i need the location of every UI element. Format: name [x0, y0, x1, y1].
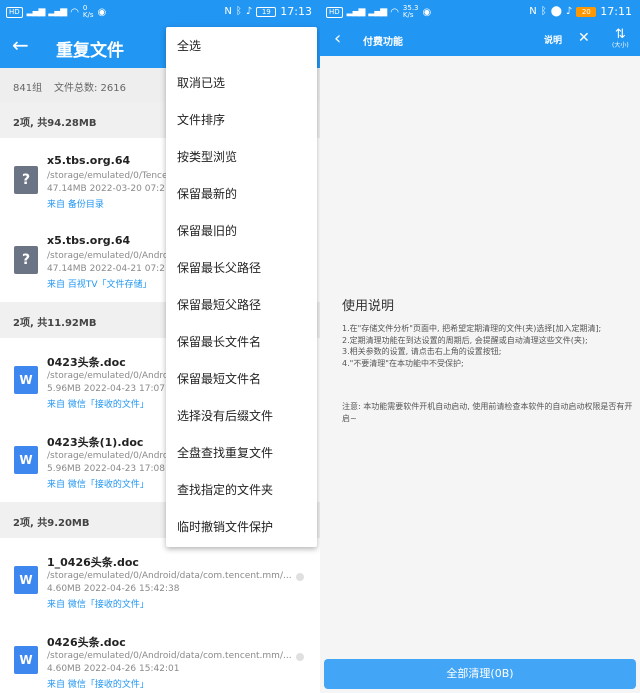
menu-keep-longest-name[interactable]: 保留最长文件名	[166, 324, 317, 361]
nfc-icon: N	[529, 6, 537, 17]
wifi-icon: ◠	[390, 6, 399, 18]
menu-keep-shortest-parent[interactable]: 保留最短父路径	[166, 287, 317, 324]
select-radio[interactable]	[296, 573, 304, 581]
group-count: 841组	[13, 83, 43, 94]
duplicate-files-screen: HD ▂▄▆ ▂▄▆ ◠ 0 K/s ◉ N ᛒ ♪ 19 17:13 ← 重复…	[0, 0, 320, 693]
bluetooth-icon: ᛒ	[540, 6, 547, 17]
silent-icon: ♪	[565, 6, 573, 17]
usage-line: 4."不要清理"在本功能中不受保护;	[342, 358, 464, 368]
file-name: x5.tbs.org.64	[47, 234, 131, 247]
menu-sort[interactable]: 文件排序	[166, 102, 317, 139]
signal-icon: ▂▄▆	[346, 7, 366, 17]
usage-note: 注意: 本功能需要软件开机自动启动, 使用前请检查本软件的自动启动权限是否有开启…	[342, 402, 633, 423]
menu-find-folder[interactable]: 查找指定的文件夹	[166, 472, 317, 509]
net-speed: 0 K/s	[82, 4, 94, 19]
file-name: 0423头条(1).doc	[47, 436, 144, 449]
menu-keep-oldest[interactable]: 保留最旧的	[166, 213, 317, 250]
tools-icon[interactable]: ✕	[578, 30, 590, 46]
menu-keep-newest[interactable]: 保留最新的	[166, 176, 317, 213]
file-source: 来自 微信「接收的文件」	[47, 400, 149, 410]
status-bar: HD ▂▄▆ ▂▄▆ ◠ 0 K/s ◉ N ᛒ ♪ 19 17:13	[0, 0, 320, 24]
app-bar: ‹ 付费功能 说明 ✕ ⇅ (大小)	[320, 24, 640, 56]
usage-title: 使用说明	[342, 299, 395, 314]
signal-icon: ▂▄▆	[26, 7, 46, 17]
file-source: 来自 备份目录	[47, 200, 104, 210]
paid-feature-screen: HD ▂▄▆ ▂▄▆ ◠ 35.3 K/s ◉ N ᛒ ⬤ ♪ 20 17:11…	[320, 0, 640, 693]
file-row[interactable]: W 0426头条.doc /storage/emulated/0/Android…	[0, 618, 320, 693]
usage-line: 1.在"存储文件分析"页面中, 把希望定期清理的文件(夹)选择[加入定期清];	[342, 324, 602, 333]
menu-browse-by-type[interactable]: 按类型浏览	[166, 139, 317, 176]
signal-icon: ▂▄▆	[48, 7, 67, 17]
menu-select-all[interactable]: 全选	[166, 28, 317, 65]
question-file-icon: ?	[14, 166, 38, 194]
help-button[interactable]: 说明	[544, 33, 562, 46]
nfc-icon: N	[224, 6, 232, 17]
overflow-menu: 全选 取消已选 文件排序 按类型浏览 保留最新的 保留最旧的 保留最长父路径 保…	[166, 27, 317, 547]
file-meta: 5.96MB 2022-04-23 17:08	[47, 464, 165, 474]
hd-icon: HD	[6, 6, 23, 18]
file-path: /storage/emulated/0/Android/data/com.ten…	[47, 651, 292, 661]
file-meta: 4.60MB 2022-04-26 15:42:38	[47, 584, 180, 594]
file-source: 来自 微信「接收的文件」	[47, 680, 149, 690]
word-file-icon: W	[14, 446, 38, 474]
file-path: /storage/emulated/0/Tencent	[47, 171, 177, 181]
clock: 17:11	[600, 5, 632, 18]
usage-line: 2.定期清理功能在到达设置的周期后, 会提醒或自动清理这些文件(夹);	[342, 335, 588, 345]
file-path: /storage/emulated/0/Android/data/com.ten…	[47, 571, 292, 581]
back-arrow-icon[interactable]: ‹	[334, 28, 341, 49]
file-meta: 47.14MB 2022-03-20 07:2	[47, 184, 165, 194]
clock: 17:13	[280, 5, 312, 18]
file-total: 文件总数: 2616	[54, 83, 126, 94]
net-speed: 35.3 K/s	[402, 4, 419, 19]
sort-icon[interactable]: ⇅ (大小)	[612, 27, 629, 49]
file-name: x5.tbs.org.64	[47, 154, 131, 167]
file-meta: 4.60MB 2022-04-26 15:42:01	[47, 664, 180, 674]
location-icon: ⬤	[550, 6, 562, 17]
question-file-icon: ?	[14, 246, 38, 274]
file-source: 来自 微信「接收的文件」	[47, 480, 149, 490]
usage-line: 3.相关参数的设置, 请点击右上角的设置按钮;	[342, 347, 502, 356]
file-row[interactable]: W 1_0426头条.doc /storage/emulated/0/Andro…	[0, 538, 320, 618]
eye-icon: ◉	[422, 6, 432, 18]
file-meta: 47.14MB 2022-04-21 07:2	[47, 264, 165, 274]
word-file-icon: W	[14, 646, 38, 674]
file-path: /storage/emulated/0/Android	[47, 451, 177, 461]
back-arrow-icon[interactable]: ←	[12, 34, 29, 56]
signal-icon: ▂▄▆	[368, 7, 387, 17]
battery-icon: 20	[576, 6, 597, 17]
wifi-icon: ◠	[70, 6, 79, 18]
select-radio[interactable]	[296, 653, 304, 661]
status-bar: HD ▂▄▆ ▂▄▆ ◠ 35.3 K/s ◉ N ᛒ ⬤ ♪ 20 17:11	[320, 0, 640, 24]
word-file-icon: W	[14, 366, 38, 394]
menu-keep-shortest-name[interactable]: 保留最短文件名	[166, 361, 317, 398]
silent-icon: ♪	[245, 6, 253, 17]
file-meta: 5.96MB 2022-04-23 17:07	[47, 384, 165, 394]
file-name: 0426头条.doc	[47, 636, 126, 649]
file-name: 0423头条.doc	[47, 356, 126, 369]
battery-icon: 19	[256, 6, 277, 17]
hd-icon: HD	[326, 6, 343, 18]
bluetooth-icon: ᛒ	[235, 6, 242, 17]
menu-revoke-protection[interactable]: 临时撤销文件保护	[166, 509, 317, 546]
page-title: 重复文件	[56, 41, 124, 61]
sort-caption: (大小)	[612, 42, 629, 49]
menu-select-no-extension[interactable]: 选择没有后缀文件	[166, 398, 317, 435]
file-path: /storage/emulated/0/Android	[47, 371, 177, 381]
file-name: 1_0426头条.doc	[47, 556, 139, 569]
menu-deselect[interactable]: 取消已选	[166, 65, 317, 102]
usage-instructions: 1.在"存储文件分析"页面中, 把希望定期清理的文件(夹)选择[加入定期清]; …	[342, 323, 630, 369]
file-source: 来自 微信「接收的文件」	[47, 600, 149, 610]
file-path: /storage/emulated/0/Android	[47, 251, 177, 261]
menu-full-scan[interactable]: 全盘查找重复文件	[166, 435, 317, 472]
page-title: 付费功能	[363, 37, 403, 48]
eye-icon: ◉	[97, 6, 107, 18]
menu-keep-longest-parent[interactable]: 保留最长父路径	[166, 250, 317, 287]
word-file-icon: W	[14, 566, 38, 594]
clear-all-button[interactable]: 全部清理(0B)	[324, 659, 636, 689]
file-source: 来自 百视TV「文件存储」	[47, 280, 152, 290]
